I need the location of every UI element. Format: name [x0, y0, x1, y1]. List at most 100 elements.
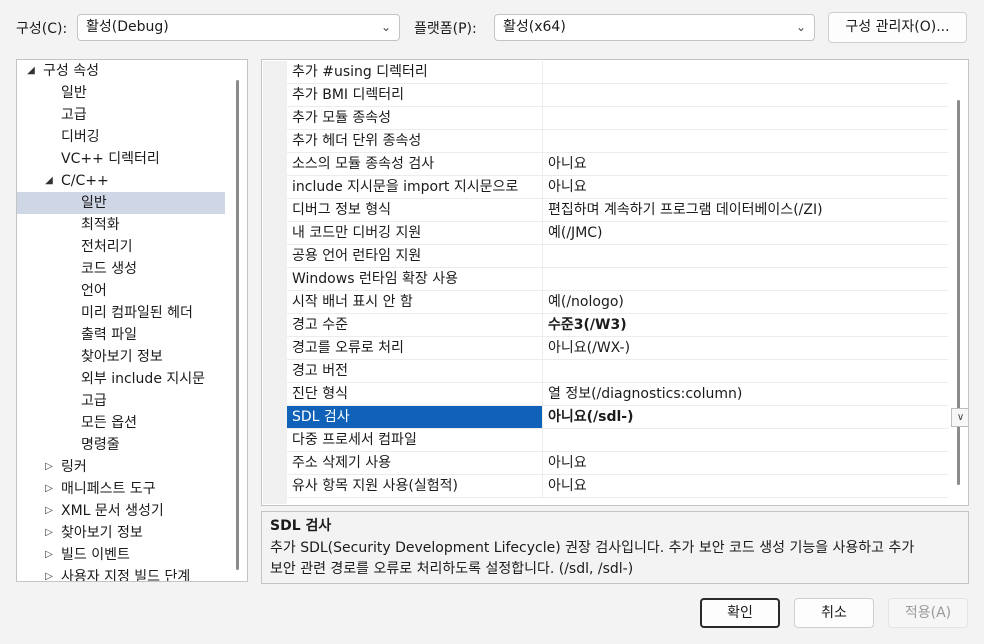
- tree-item[interactable]: ◢ C/C++: [17, 170, 225, 192]
- tree-item-label: 외부 include 지시문: [81, 371, 206, 387]
- property-name: 디버그 정보 형식: [287, 199, 543, 221]
- tree-item-label: 일반: [81, 195, 107, 211]
- tree-item[interactable]: 외부 include 지시문: [17, 368, 225, 390]
- tree-scrollbar[interactable]: [236, 80, 239, 570]
- tree-item-label: 사용자 지정 빌드 단계: [61, 569, 191, 582]
- property-row[interactable]: 경고 버전: [287, 360, 948, 383]
- property-value[interactable]: 예(/JMC): [544, 222, 948, 244]
- grid-gutter: [263, 61, 287, 504]
- ok-button[interactable]: 확인: [700, 598, 780, 628]
- tree-item[interactable]: 출력 파일: [17, 324, 225, 346]
- tree-item[interactable]: ▷ 링커: [17, 456, 225, 478]
- cancel-button[interactable]: 취소: [794, 598, 874, 628]
- property-row[interactable]: 다중 프로세서 컴파일: [287, 429, 948, 452]
- collapsed-triangle-icon[interactable]: ▷: [43, 522, 55, 544]
- tree-item[interactable]: 일반: [17, 82, 225, 104]
- property-value[interactable]: 아니요(/sdl-): [544, 406, 948, 428]
- tree-item[interactable]: 전처리기: [17, 236, 225, 258]
- collapsed-triangle-icon[interactable]: ▷: [43, 544, 55, 566]
- expanded-triangle-icon[interactable]: ◢: [25, 60, 37, 82]
- property-value[interactable]: [544, 245, 948, 267]
- property-value[interactable]: [544, 107, 948, 129]
- collapsed-triangle-icon[interactable]: ▷: [43, 500, 55, 522]
- property-value[interactable]: 아니요: [544, 153, 948, 175]
- tree-item-label: 찾아보기 정보: [81, 349, 163, 365]
- property-row[interactable]: 추가 헤더 단위 종속성: [287, 130, 948, 153]
- property-name: 추가 헤더 단위 종속성: [287, 130, 543, 152]
- tree-item[interactable]: ▷ 매니페스트 도구: [17, 478, 225, 500]
- property-row[interactable]: include 지시문을 import 지시문으로 아니요: [287, 176, 948, 199]
- property-value[interactable]: [544, 84, 948, 106]
- chevron-down-icon: ⌄: [795, 20, 806, 34]
- collapsed-triangle-icon[interactable]: ▷: [43, 478, 55, 500]
- tree-item[interactable]: 코드 생성: [17, 258, 225, 280]
- property-row[interactable]: SDL 검사 아니요(/sdl-) ∨: [287, 406, 968, 429]
- tree-item[interactable]: ◢ 구성 속성: [17, 60, 225, 82]
- tree-item[interactable]: 미리 컴파일된 헤더: [17, 302, 225, 324]
- property-row[interactable]: 시작 배너 표시 안 함 예(/nologo): [287, 291, 948, 314]
- property-name: 추가 #using 디렉터리: [287, 61, 543, 83]
- tree-item[interactable]: 언어: [17, 280, 225, 302]
- tree-item-label: 디버깅: [61, 129, 100, 145]
- property-row[interactable]: 경고 수준 수준3(/W3): [287, 314, 948, 337]
- tree-item[interactable]: 명령줄: [17, 434, 225, 456]
- property-value[interactable]: 예(/nologo): [544, 291, 948, 313]
- property-name: 시작 배너 표시 안 함: [287, 291, 543, 313]
- property-name: SDL 검사: [287, 406, 543, 428]
- property-row[interactable]: 추가 모듈 종속성: [287, 107, 948, 130]
- tree-item-label: 링커: [61, 459, 87, 475]
- tree-item[interactable]: ▷ XML 문서 생성기: [17, 500, 225, 522]
- tree-item[interactable]: 일반: [17, 192, 225, 214]
- grid-scrollbar[interactable]: [957, 100, 960, 485]
- collapsed-triangle-icon[interactable]: ▷: [43, 456, 55, 478]
- tree-item[interactable]: 모든 옵션: [17, 412, 225, 434]
- tree-item[interactable]: 디버깅: [17, 126, 225, 148]
- property-row[interactable]: 주소 삭제기 사용 아니요: [287, 452, 948, 475]
- property-row[interactable]: 진단 형식 열 정보(/diagnostics:column): [287, 383, 948, 406]
- property-value[interactable]: [544, 130, 948, 152]
- property-value[interactable]: 아니요(/WX-): [544, 337, 948, 359]
- tree-item[interactable]: ▷ 사용자 지정 빌드 단계: [17, 566, 225, 582]
- chevron-down-icon[interactable]: ∨: [951, 408, 968, 427]
- property-value[interactable]: 수준3(/W3): [544, 314, 948, 336]
- chevron-down-icon: ⌄: [380, 20, 391, 34]
- tree-item[interactable]: 최적화: [17, 214, 225, 236]
- property-row[interactable]: 경고를 오류로 처리 아니요(/WX-): [287, 337, 948, 360]
- property-value[interactable]: [544, 268, 948, 290]
- tree-item[interactable]: 찾아보기 정보: [17, 346, 225, 368]
- property-row[interactable]: 소스의 모듈 종속성 검사 아니요: [287, 153, 948, 176]
- tree-item-label: 최적화: [81, 217, 120, 233]
- tree-item[interactable]: 고급: [17, 104, 225, 126]
- property-value[interactable]: [544, 61, 948, 83]
- property-value[interactable]: 아니요: [544, 176, 948, 198]
- description-line-1: 추가 SDL(Security Development Lifecycle) 권…: [270, 540, 915, 556]
- property-name: 소스의 모듈 종속성 검사: [287, 153, 543, 175]
- tree-item[interactable]: 고급: [17, 390, 225, 412]
- tree-item[interactable]: VC++ 디렉터리: [17, 148, 225, 170]
- property-value[interactable]: [544, 429, 948, 451]
- property-value[interactable]: [544, 360, 948, 382]
- config-combo[interactable]: 활성(Debug) ⌄: [77, 14, 400, 41]
- tree-item[interactable]: ▷ 빌드 이벤트: [17, 544, 225, 566]
- tree-item-label: C/C++: [61, 173, 109, 189]
- property-row[interactable]: 디버그 정보 형식 편집하며 계속하기 프로그램 데이터베이스(/ZI): [287, 199, 948, 222]
- property-row[interactable]: Windows 런타임 확장 사용: [287, 268, 948, 291]
- property-row[interactable]: 공용 언어 런타임 지원: [287, 245, 948, 268]
- expanded-triangle-icon[interactable]: ◢: [43, 170, 55, 192]
- property-value[interactable]: 아니요: [544, 475, 948, 497]
- apply-button[interactable]: 적용(A): [888, 598, 968, 628]
- property-value[interactable]: 아니요: [544, 452, 948, 474]
- config-value: 활성(Debug): [86, 19, 169, 35]
- property-value[interactable]: 편집하며 계속하기 프로그램 데이터베이스(/ZI): [544, 199, 948, 221]
- collapsed-triangle-icon[interactable]: ▷: [43, 566, 55, 581]
- property-value[interactable]: 열 정보(/diagnostics:column): [544, 383, 948, 405]
- property-row[interactable]: 내 코드만 디버깅 지원 예(/JMC): [287, 222, 948, 245]
- property-row[interactable]: 추가 #using 디렉터리: [287, 61, 948, 84]
- tree-item[interactable]: ▷ 찾아보기 정보: [17, 522, 225, 544]
- platform-combo[interactable]: 활성(x64) ⌄: [494, 14, 815, 41]
- config-manager-button[interactable]: 구성 관리자(O)...: [828, 12, 967, 43]
- property-row[interactable]: 추가 BMI 디렉터리: [287, 84, 948, 107]
- property-grid[interactable]: 추가 #using 디렉터리 추가 BMI 디렉터리 추가 모듈 종속성 추가 헤더 …: [261, 59, 969, 506]
- property-row[interactable]: 유사 항목 지원 사용(실험적) 아니요: [287, 475, 948, 498]
- property-tree[interactable]: ◢ 구성 속성 일반 고급 디버깅 VC++ 디렉터리 ◢ C/C++ 일반 최적화 전처리기 코드 …: [16, 59, 248, 582]
